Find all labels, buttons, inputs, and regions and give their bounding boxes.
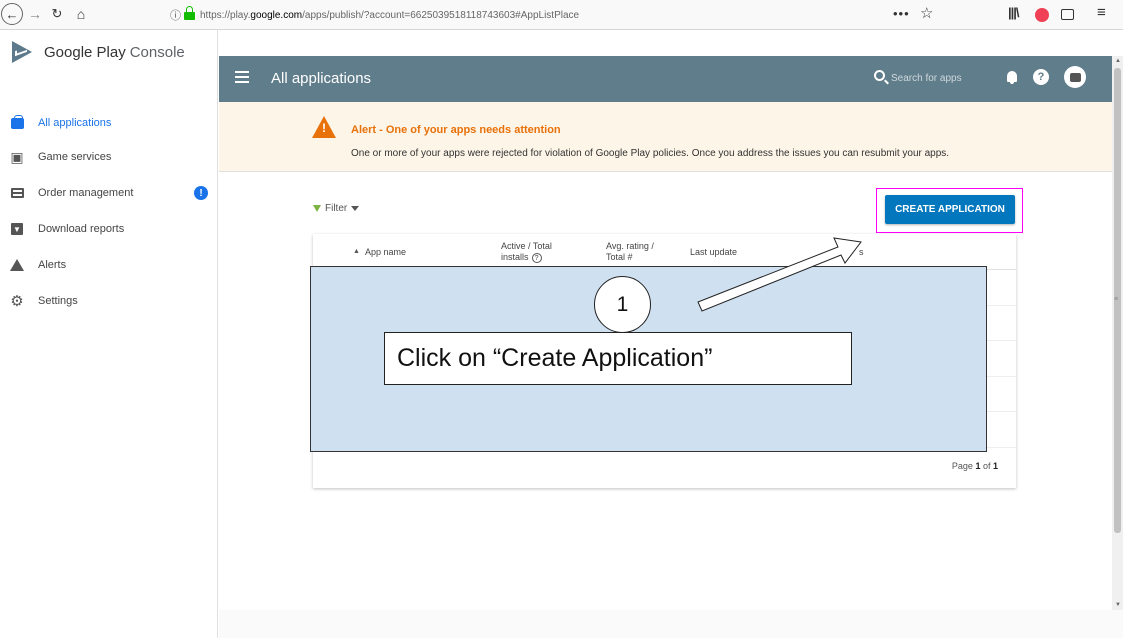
sidebar-item-game-services[interactable]: ▣ Game services	[0, 139, 218, 175]
page-footer-area	[219, 610, 1123, 638]
page-actions-icon[interactable]: •••	[893, 6, 910, 21]
app-header: All applications ?	[219, 56, 1112, 102]
scroll-grip-icon: ≡	[1114, 296, 1119, 303]
sidebar-item-settings[interactable]: ⚙ Settings	[0, 283, 218, 319]
url-prefix: https://play.	[200, 9, 251, 21]
filter-label: Filter	[325, 203, 348, 214]
filter-icon	[313, 205, 321, 212]
warning-icon	[312, 116, 336, 138]
pocket-icon[interactable]	[1035, 8, 1049, 22]
help-icon[interactable]: ?	[1033, 69, 1049, 85]
hamburger-menu-icon[interactable]: ≡	[1097, 4, 1106, 21]
search-input[interactable]	[891, 70, 1001, 86]
column-header-label: Total #	[606, 252, 633, 262]
help-circle-icon[interactable]: ?	[531, 252, 542, 263]
reload-icon[interactable]: ↻	[48, 3, 66, 25]
scroll-down-icon[interactable]: ▼	[1115, 602, 1121, 608]
pager-total: 1	[992, 461, 998, 471]
bell-icon[interactable]	[1007, 71, 1017, 84]
home-icon[interactable]: ⌂	[72, 3, 90, 25]
credit-card-icon	[10, 186, 24, 200]
column-header-label: App name	[364, 246, 406, 257]
column-header-label: Avg. rating /	[606, 241, 654, 252]
sidebar-item-download-reports[interactable]: ▼ Download reports	[0, 211, 218, 247]
url-text[interactable]: https://play.google.com/apps/publish/?ac…	[200, 10, 579, 21]
gear-icon: ⚙	[10, 293, 24, 310]
page-title: All applications	[271, 70, 372, 87]
address-bar[interactable]: ⓘ https://play.google.com/apps/publish/?…	[170, 4, 950, 26]
scroll-up-icon[interactable]: ▲	[1115, 58, 1121, 64]
sidebar-item-alerts[interactable]: Alerts	[0, 247, 218, 283]
sidebar-item-label: Download reports	[38, 223, 125, 235]
instruction-callout: Click on “Create Application”	[384, 332, 852, 385]
pager-text: Page	[951, 461, 976, 471]
apps-icon	[10, 114, 24, 130]
brand-subtitle: Console	[129, 43, 185, 61]
sort-ascending-icon: ▲	[353, 247, 360, 255]
avatar[interactable]	[1064, 66, 1086, 88]
forward-arrow-icon[interactable]: →	[27, 3, 43, 25]
sidebar-item-label: Order management	[38, 187, 134, 199]
pointer-arrow-icon	[697, 237, 862, 312]
create-application-button[interactable]: CREATE APPLICATION	[885, 195, 1015, 224]
android-icon	[1069, 72, 1081, 82]
column-header-app-name[interactable]: ▲ App name	[353, 234, 406, 270]
gamepad-icon: ▣	[10, 148, 24, 165]
screen: ← → ↻ ⌂ ⓘ https://play.google.com/apps/p…	[0, 0, 1123, 638]
alert-message: One or more of your apps were rejected f…	[351, 148, 950, 159]
step-number: 1	[594, 276, 651, 333]
alert-title: Alert - One of your apps needs attention	[351, 124, 561, 136]
brand-title: Google Play	[44, 43, 126, 61]
sidebar-item-order-management[interactable]: Order management !	[0, 175, 218, 211]
browser-toolbar: ← → ↻ ⌂ ⓘ https://play.google.com/apps/p…	[0, 0, 1123, 30]
search-icon[interactable]	[874, 70, 885, 81]
url-suffix: /apps/publish/?account=66250395181187436…	[302, 9, 580, 21]
sidebar-item-label: Game services	[38, 151, 112, 163]
sidebar-item-label: All applications	[38, 117, 112, 129]
hamburger-icon[interactable]	[235, 71, 249, 83]
instruction-text: Click on “Create Application”	[397, 344, 713, 372]
brand-logo[interactable]: Google Play Console	[0, 30, 217, 74]
download-icon: ▼	[10, 222, 24, 236]
play-console-logo-icon	[10, 40, 34, 64]
url-domain: google.com	[250, 9, 303, 21]
sidebar-toggle-icon[interactable]	[1061, 9, 1074, 20]
pagination: Page 1 of 1	[952, 461, 998, 471]
pager-text: of	[980, 461, 993, 471]
page-scrollbar[interactable]: ▲ ≡ ▼	[1112, 56, 1123, 610]
chevron-down-icon	[351, 206, 360, 211]
back-arrow-icon[interactable]: ←	[1, 3, 23, 25]
info-icon[interactable]: ⓘ	[170, 7, 184, 23]
sidebar-item-label: Settings	[38, 295, 78, 307]
column-header-label: installs	[501, 251, 529, 262]
alert-triangle-icon	[10, 258, 24, 272]
column-header-label: Active / Total	[501, 241, 552, 252]
table-header: ▲ App name Active / Total installs? Avg.…	[313, 234, 1016, 270]
filter-button[interactable]: Filter	[313, 203, 360, 214]
column-header-installs[interactable]: Active / Total installs?	[501, 234, 552, 270]
alert-banner: Alert - One of your apps needs attention…	[219, 102, 1112, 172]
bookmark-star-icon[interactable]: ☆	[920, 4, 933, 22]
sidebar-item-label: Alerts	[38, 259, 67, 271]
sidebar-item-all-applications[interactable]: All applications	[0, 105, 218, 141]
notification-badge-icon[interactable]: !	[194, 186, 208, 200]
lock-icon[interactable]	[184, 6, 195, 20]
library-icon[interactable]: |||\	[1008, 5, 1019, 20]
column-header-rating[interactable]: Avg. rating / Total #	[606, 234, 654, 270]
left-sidebar: Google Play Console All applications ▣ G…	[0, 30, 218, 638]
